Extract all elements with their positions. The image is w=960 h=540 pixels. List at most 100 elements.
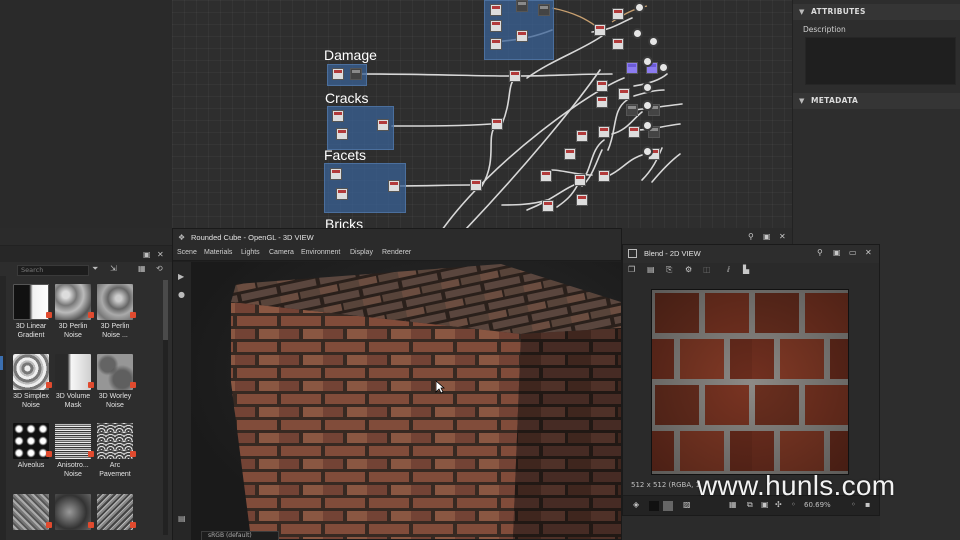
graph-node[interactable] [574,174,586,186]
output-node[interactable] [642,56,653,67]
library-item[interactable]: 3D Worley Noise [91,354,139,410]
settings-icon[interactable]: ⚙ [685,265,692,274]
graph-node[interactable] [598,126,610,138]
refresh-icon[interactable]: ⟲ [156,264,163,273]
library-scrollbar[interactable] [163,280,168,535]
info-icon[interactable]: ⅈ [727,265,730,274]
library-item[interactable]: Anisotro... Noise [49,423,97,479]
black-swatch[interactable] [649,501,659,511]
graph-node[interactable] [388,180,400,192]
pin-icon[interactable]: ⚲ [748,232,754,241]
menu-camera[interactable]: Camera [269,249,294,256]
zoom-level[interactable]: 60.69% [804,501,831,509]
pin-icon[interactable]: ⚲ [817,248,823,257]
3d-viewport[interactable] [191,262,621,539]
graph-node[interactable] [490,4,502,16]
save-icon[interactable]: ▤ [647,265,655,274]
graph-node[interactable] [618,88,630,100]
graph-node[interactable] [596,80,608,92]
menu-display[interactable]: Display [350,249,373,256]
image-icon[interactable]: ▨ [683,500,691,509]
library-item[interactable]: 3D Linear Gradient [7,284,55,340]
library-search-input[interactable]: Search [17,265,89,276]
attributes-section-header[interactable]: ▼ ATTRIBUTES [793,4,960,20]
menu-materials[interactable]: Materials [204,249,232,256]
menu-environment[interactable]: Environment [301,249,340,256]
library-item[interactable] [49,494,97,530]
scrollbar-thumb[interactable] [163,280,168,340]
output-node[interactable] [632,28,643,39]
output-node[interactable] [642,100,653,111]
metadata-section-header[interactable]: ▼ METADATA [793,93,960,109]
graph-node[interactable] [377,119,389,131]
menu-lights[interactable]: Lights [241,249,260,256]
maximize-icon[interactable]: ▣ [833,248,841,257]
graph-node[interactable] [330,168,342,180]
graph-node[interactable] [612,8,624,20]
graph-node[interactable] [628,126,640,138]
histogram-icon[interactable]: ▙ [743,265,749,274]
library-item[interactable]: 3D Simplex Noise [7,354,55,410]
graph-node[interactable] [540,170,552,182]
output-node[interactable] [658,62,669,73]
close-icon[interactable]: ✕ [157,250,164,259]
export-icon[interactable]: ⎘ [666,265,672,275]
graph-node[interactable] [490,20,502,32]
maximize-icon[interactable]: ▣ [143,250,151,259]
graph-node[interactable] [594,24,606,36]
menu-scene[interactable]: Scene [177,249,197,256]
library-item[interactable] [7,494,55,530]
graph-node[interactable] [626,104,638,116]
graph-node[interactable] [626,62,638,74]
close-icon[interactable]: ✕ [865,248,872,257]
camera-icon[interactable]: ▶ [178,272,184,281]
collapse-triangle-icon[interactable]: ▼ [799,93,805,109]
graph-node[interactable] [516,0,528,12]
output-node[interactable] [642,146,653,157]
channel-icon[interactable]: ◫ [703,265,711,274]
layers-icon[interactable]: ◈ [633,500,639,509]
graph-node[interactable] [612,38,624,50]
filter-icon[interactable]: ⏷ [92,264,98,274]
menu-renderer[interactable]: Renderer [382,249,411,256]
library-item[interactable]: Arc Pavement [91,423,139,479]
graph-node[interactable] [542,200,554,212]
graph-node[interactable] [576,130,588,142]
light-icon[interactable]: ● [178,290,185,299]
graph-node[interactable] [350,68,362,80]
graph-node[interactable] [564,148,576,160]
graph-node[interactable] [491,118,503,130]
graph-node[interactable] [336,188,348,200]
close-icon[interactable]: ✕ [779,232,786,241]
output-node[interactable] [648,36,659,47]
graph-node[interactable] [332,68,344,80]
graph-node[interactable] [598,170,610,182]
graph-node[interactable] [576,194,588,206]
library-item[interactable]: 3D Perlin Noise [49,284,97,340]
graph-node[interactable] [538,4,550,16]
library-item[interactable]: 3D Volume Mask [49,354,97,410]
library-item[interactable]: 3D Perlin Noise ... [91,284,139,340]
graph-node[interactable] [490,38,502,50]
graph-node[interactable] [596,96,608,108]
graph-node[interactable] [509,70,521,82]
gray-swatch[interactable] [663,501,673,511]
output-node[interactable] [634,2,645,13]
grid-view-icon[interactable]: ▦ [138,264,146,273]
layout-icon[interactable]: ▭ [849,248,857,257]
graph-editor[interactable]: Damage Cracks Facets Bricks [172,0,792,228]
maximize-icon[interactable]: ▣ [763,232,771,241]
graph-node[interactable] [336,128,348,140]
output-node[interactable] [642,82,653,93]
description-field[interactable] [805,37,956,85]
library-item[interactable] [91,494,139,530]
graph-node[interactable] [470,179,482,191]
2d-texture-preview[interactable] [651,289,849,475]
collapse-triangle-icon[interactable]: ▼ [799,4,805,20]
graph-node[interactable] [516,30,528,42]
output-node[interactable] [642,120,653,131]
pin-icon[interactable]: ⇲ [110,264,117,273]
colorspace-dropdown[interactable]: sRGB (default) [201,531,279,540]
graph-node[interactable] [332,110,344,122]
layout-icon[interactable]: ▤ [178,514,186,523]
